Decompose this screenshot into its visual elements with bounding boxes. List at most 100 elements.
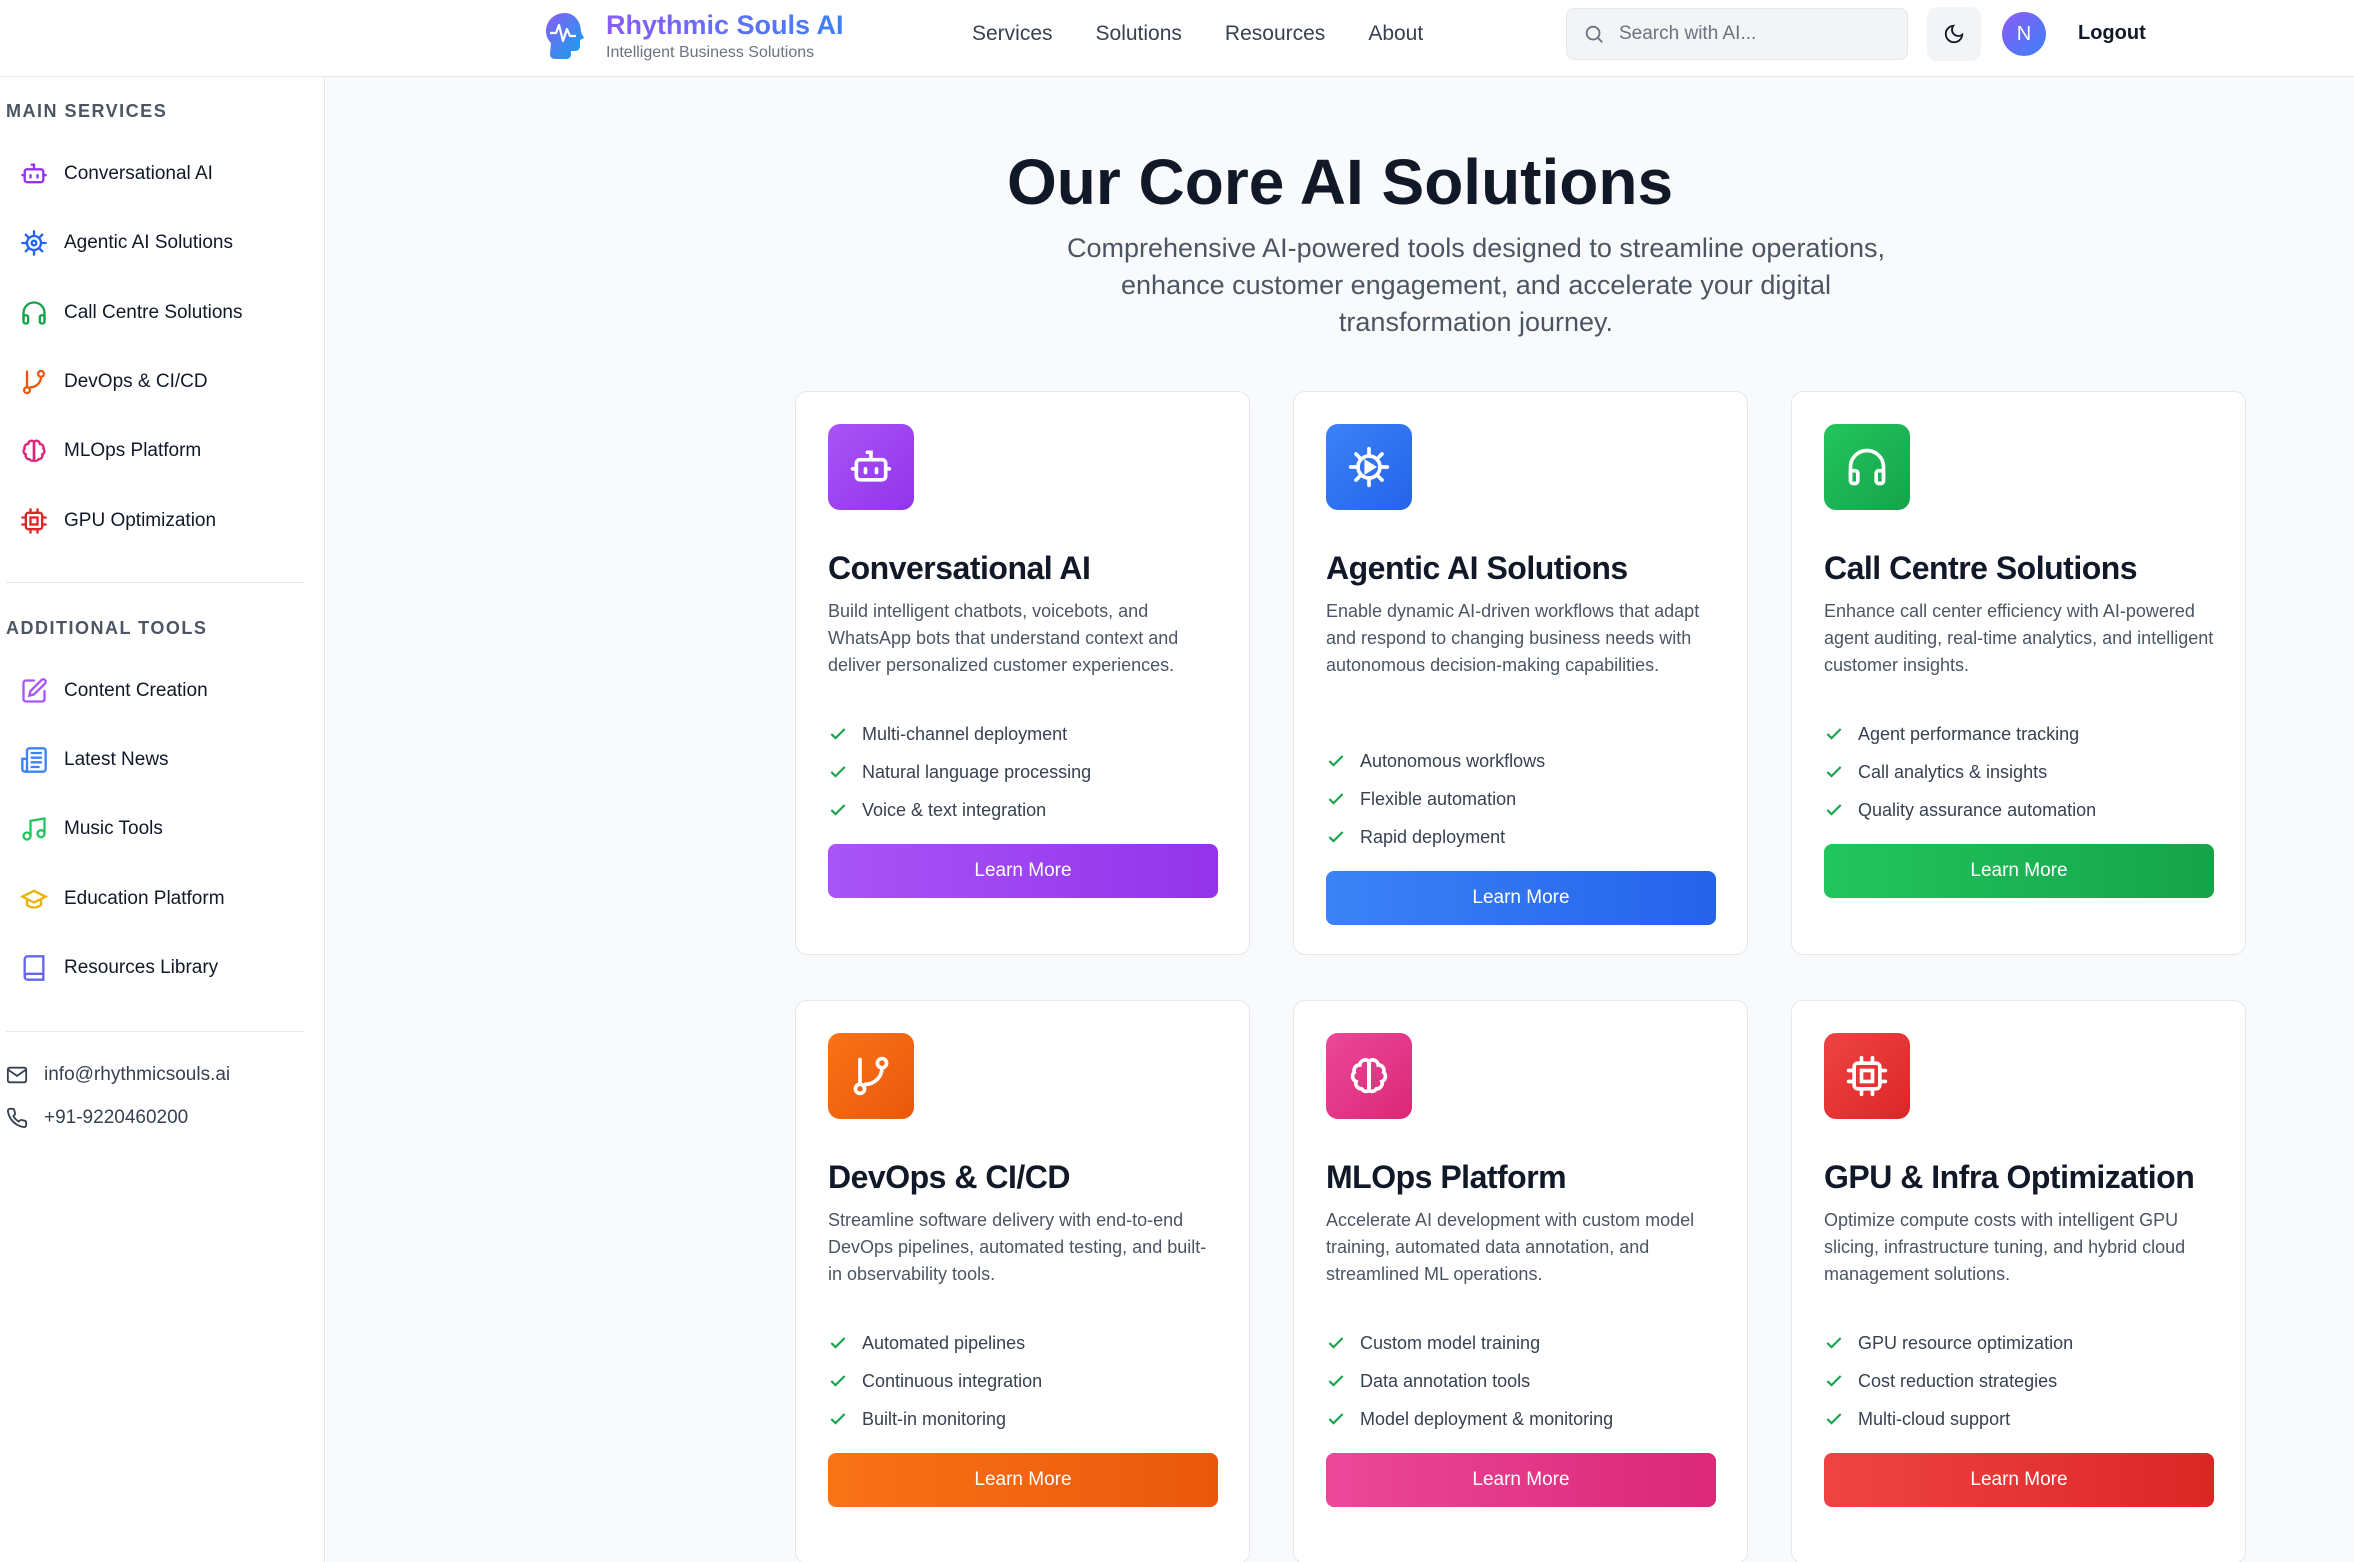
sidebar-item-call-centre[interactable]: Call Centre Solutions xyxy=(20,291,300,335)
sidebar-item-resources-library[interactable]: Resources Library xyxy=(20,946,300,990)
search-input[interactable] xyxy=(1619,23,1899,45)
learn-more-button[interactable]: Learn More xyxy=(828,1453,1218,1507)
sidebar-heading-main: MAIN SERVICES xyxy=(6,101,168,121)
check-icon xyxy=(1328,1375,1344,1387)
nav-resources[interactable]: Resources xyxy=(1225,20,1325,48)
bot-icon xyxy=(21,163,47,184)
music-icon xyxy=(22,817,46,841)
learn-more-button[interactable]: Learn More xyxy=(1326,1453,1716,1507)
graduation-cap-icon xyxy=(20,889,48,909)
bot-icon xyxy=(850,450,892,482)
nav-services[interactable]: Services xyxy=(972,20,1053,48)
sidebar-item-conversational-ai[interactable]: Conversational AI xyxy=(20,152,300,196)
sidebar-item-label: Content Creation xyxy=(64,680,208,701)
contact-email[interactable]: info@rhythmicsouls.ai xyxy=(6,1064,230,1086)
card-title: Call Centre Solutions xyxy=(1824,550,2138,586)
card-description: Enable dynamic AI-driven workflows that … xyxy=(1326,601,1700,675)
check-icon xyxy=(1328,1413,1344,1425)
card-title: GPU & Infra Optimization xyxy=(1824,1159,2195,1195)
learn-more-button[interactable]: Learn More xyxy=(1824,844,2214,898)
sidebar-item-label: Education Platform xyxy=(64,888,225,909)
mail-icon xyxy=(6,1066,28,1084)
nav-about[interactable]: About xyxy=(1368,20,1423,48)
solution-card: Agentic AI Solutions Enable dynamic AI-d… xyxy=(1293,391,1748,955)
solution-card: GPU & Infra Optimization Optimize comput… xyxy=(1791,1000,2246,1562)
sidebar-item-latest-news[interactable]: Latest News xyxy=(20,738,300,782)
contact-email-text: info@rhythmicsouls.ai xyxy=(44,1064,231,1085)
feature-item: Quality assurance automation xyxy=(1824,791,2096,829)
card-description: Accelerate AI development with custom mo… xyxy=(1326,1210,1695,1284)
check-icon xyxy=(830,1413,846,1425)
brand[interactable]: Rhythmic Souls AI Intelligent Business S… xyxy=(538,6,844,66)
feature-item: Automated pipelines xyxy=(828,1324,1042,1362)
contact-phone[interactable]: +91-9220460200 xyxy=(6,1107,188,1129)
sidebar-item-label: Conversational AI xyxy=(64,163,213,184)
avatar[interactable]: N xyxy=(2002,12,2046,56)
sidebar: MAIN SERVICES Conversational AI Agentic … xyxy=(0,77,325,1562)
feature-item: Model deployment & monitoring xyxy=(1326,1400,1613,1438)
book-icon xyxy=(23,955,45,981)
feature-item: Natural language processing xyxy=(828,753,1091,791)
feature-item: Rapid deployment xyxy=(1326,818,1545,856)
cog-icon xyxy=(21,230,47,256)
learn-more-button[interactable]: Learn More xyxy=(1824,1453,2214,1507)
learn-more-button[interactable]: Learn More xyxy=(1326,871,1716,925)
sidebar-item-label: DevOps & CI/CD xyxy=(64,371,208,392)
learn-more-button[interactable]: Learn More xyxy=(828,844,1218,898)
sidebar-item-label: Latest News xyxy=(64,749,169,770)
sidebar-item-education[interactable]: Education Platform xyxy=(20,877,300,921)
sidebar-item-agentic-ai[interactable]: Agentic AI Solutions xyxy=(20,221,300,265)
check-icon xyxy=(830,766,846,778)
cog-icon xyxy=(1348,446,1390,488)
nav-solutions[interactable]: Solutions xyxy=(1096,20,1182,48)
sidebar-heading-tools: ADDITIONAL TOOLS xyxy=(6,618,208,638)
check-icon xyxy=(830,1337,846,1349)
card-title: DevOps & CI/CD xyxy=(828,1159,1070,1195)
feature-list: Autonomous workflows Flexible automation… xyxy=(1326,742,1545,856)
card-description: Optimize compute costs with intelligent … xyxy=(1824,1210,2186,1284)
card-title: MLOps Platform xyxy=(1326,1159,1567,1195)
sidebar-item-devops[interactable]: DevOps & CI/CD xyxy=(20,360,300,404)
moon-icon xyxy=(1944,24,1964,44)
feature-item: Multi-channel deployment xyxy=(828,715,1091,753)
cpu-icon xyxy=(1846,1055,1888,1097)
feature-item: Autonomous workflows xyxy=(1326,742,1545,780)
solution-card: MLOps Platform Accelerate AI development… xyxy=(1293,1000,1748,1562)
git-branch-icon xyxy=(22,369,46,395)
brain-icon xyxy=(22,439,46,462)
sidebar-item-mlops[interactable]: MLOps Platform xyxy=(20,429,300,473)
solution-card: Call Centre Solutions Enhance call cente… xyxy=(1791,391,2246,955)
feature-list: GPU resource optimization Cost reduction… xyxy=(1824,1324,2073,1438)
feature-item: GPU resource optimization xyxy=(1824,1324,2073,1362)
main-content: Our Core AI Solutions Comprehensive AI-p… xyxy=(326,77,2354,1562)
check-icon xyxy=(1826,728,1842,740)
card-icon-box xyxy=(828,424,914,510)
feature-list: Multi-channel deployment Natural languag… xyxy=(828,715,1091,829)
feature-item: Agent performance tracking xyxy=(1824,715,2096,753)
newspaper-icon xyxy=(21,747,47,773)
feature-item: Data annotation tools xyxy=(1326,1362,1613,1400)
top-header: Rhythmic Souls AI Intelligent Business S… xyxy=(0,0,2354,77)
solution-card: DevOps & CI/CD Streamline software deliv… xyxy=(795,1000,1250,1562)
logout-button[interactable]: Logout xyxy=(2078,22,2146,45)
check-icon xyxy=(1826,1337,1842,1349)
card-description: Enhance call center efficiency with AI-p… xyxy=(1824,601,2214,675)
feature-item: Multi-cloud support xyxy=(1824,1400,2073,1438)
sidebar-item-music-tools[interactable]: Music Tools xyxy=(20,807,300,851)
sidebar-item-gpu[interactable]: GPU Optimization xyxy=(20,499,300,543)
feature-item: Call analytics & insights xyxy=(1824,753,2096,791)
sidebar-item-label: Agentic AI Solutions xyxy=(64,232,233,253)
sidebar-divider xyxy=(6,1031,304,1032)
card-title: Agentic AI Solutions xyxy=(1326,550,1628,586)
check-icon xyxy=(1328,1337,1344,1349)
feature-item: Built-in monitoring xyxy=(828,1400,1042,1438)
sidebar-item-content-creation[interactable]: Content Creation xyxy=(20,669,300,713)
check-icon xyxy=(1328,755,1344,767)
brain-icon xyxy=(1350,1058,1388,1094)
sidebar-item-label: Resources Library xyxy=(64,957,219,978)
feature-list: Automated pipelines Continuous integrati… xyxy=(828,1324,1042,1438)
theme-toggle-button[interactable] xyxy=(1927,7,1981,61)
search-box[interactable] xyxy=(1566,8,1908,60)
edit-icon xyxy=(22,678,47,703)
feature-item: Cost reduction strategies xyxy=(1824,1362,2073,1400)
